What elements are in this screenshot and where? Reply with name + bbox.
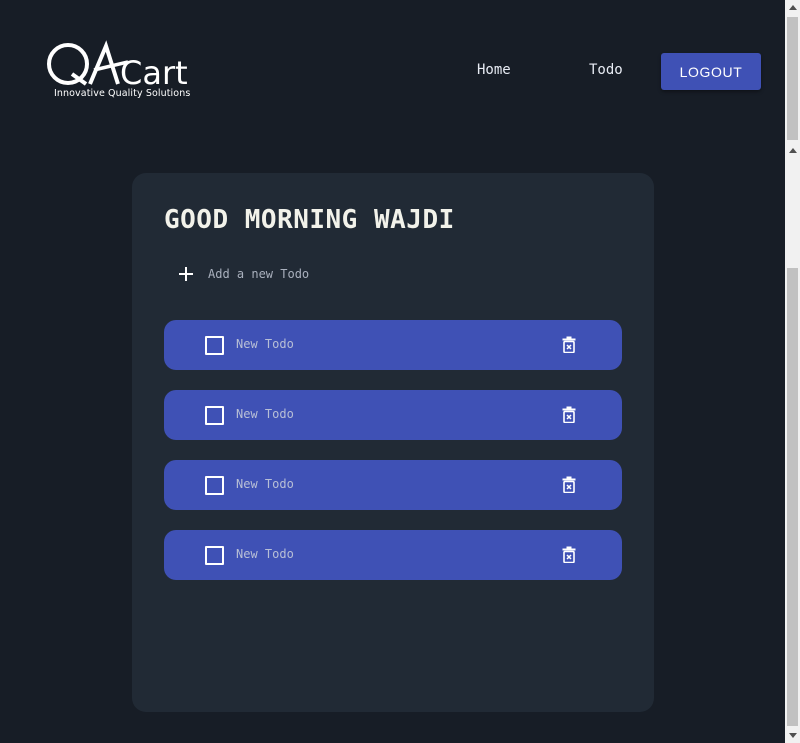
add-todo-input[interactable]	[208, 267, 508, 281]
todo-item: New Todo	[164, 530, 622, 580]
plus-icon[interactable]	[176, 264, 196, 284]
scroll-up-arrow-inner[interactable]	[785, 143, 800, 158]
todo-text: New Todo	[236, 337, 294, 351]
vertical-scrollbar[interactable]	[785, 0, 800, 743]
todo-checkbox[interactable]	[205, 406, 224, 425]
greeting-title: GOOD MORNING WAJDI	[164, 205, 455, 235]
trash-icon[interactable]	[562, 476, 576, 493]
logo-tagline: Innovative Quality Solutions	[54, 88, 191, 99]
todo-checkbox[interactable]	[205, 336, 224, 355]
scroll-thumb-upper[interactable]	[787, 17, 798, 140]
todo-text: New Todo	[236, 407, 294, 421]
trash-icon[interactable]	[562, 336, 576, 353]
add-todo-row[interactable]	[176, 261, 536, 287]
qacart-logo-mark: Cart	[47, 40, 188, 90]
scroll-thumb[interactable]	[787, 268, 798, 726]
todo-text: New Todo	[236, 547, 294, 561]
svg-text:Cart: Cart	[120, 54, 188, 90]
trash-icon[interactable]	[562, 406, 576, 423]
todo-text: New Todo	[236, 477, 294, 491]
qacart-logo[interactable]: Cart Innovative Quality Solutions	[46, 40, 196, 102]
logout-button[interactable]: LOGOUT	[661, 53, 761, 90]
nav-home-link[interactable]: Home	[477, 62, 511, 78]
todo-checkbox[interactable]	[205, 546, 224, 565]
scroll-down-arrow[interactable]	[785, 728, 800, 743]
todo-item: New Todo	[164, 460, 622, 510]
todo-list: New Todo New Todo New Todo New Todo	[164, 320, 622, 600]
todo-card: GOOD MORNING WAJDI New Todo New Todo	[132, 173, 654, 712]
todo-checkbox[interactable]	[205, 476, 224, 495]
scroll-up-arrow[interactable]	[785, 0, 800, 15]
nav-todo-link[interactable]: Todo	[589, 62, 623, 78]
todo-item: New Todo	[164, 390, 622, 440]
page: Cart Innovative Quality Solutions Home T…	[0, 0, 785, 743]
trash-icon[interactable]	[562, 546, 576, 563]
todo-item: New Todo	[164, 320, 622, 370]
